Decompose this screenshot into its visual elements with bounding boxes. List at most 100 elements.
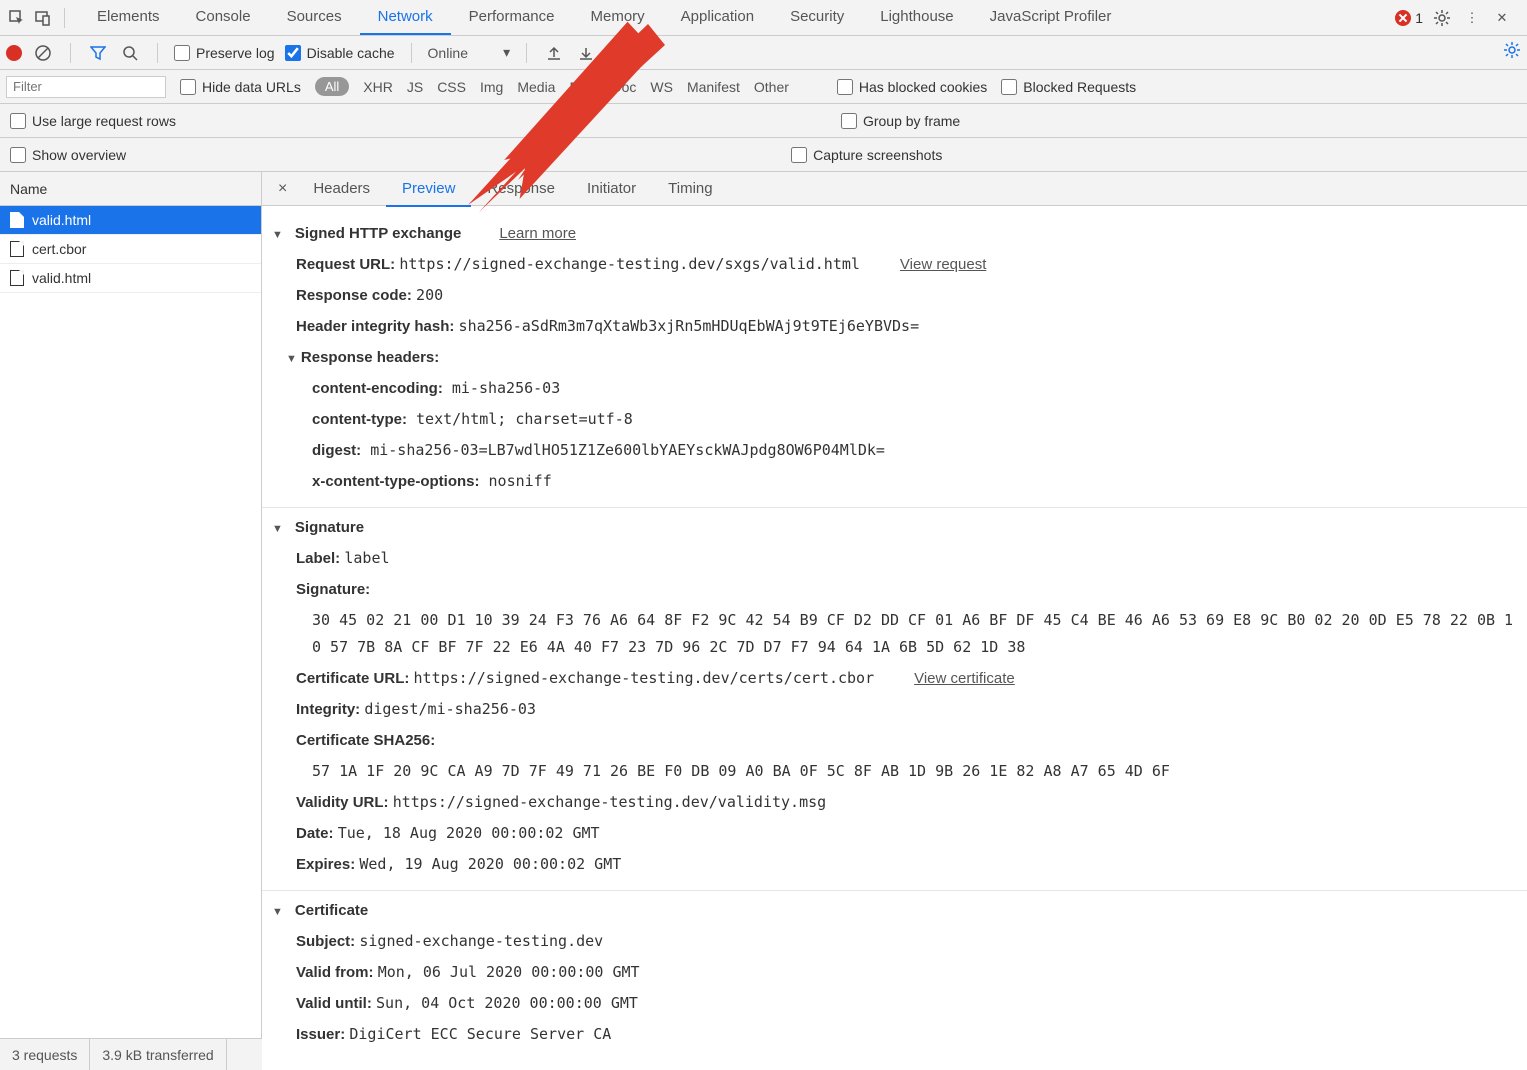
cert-url-v: https://signed-exchange-testing.dev/cert… — [414, 669, 875, 687]
request-url-value: https://signed-exchange-testing.dev/sxgs… — [399, 255, 860, 273]
certificate-title: Certificate — [295, 897, 368, 924]
response-code-label: Response code: — [296, 287, 412, 304]
view-request-link[interactable]: View request — [900, 256, 986, 273]
filter-type-font[interactable]: Font — [569, 79, 597, 95]
main-tab-network[interactable]: Network — [360, 0, 451, 35]
show-overview-checkbox[interactable]: Show overview — [10, 147, 126, 163]
signature-header[interactable]: Signature — [262, 512, 1527, 543]
has-blocked-cookies-checkbox[interactable]: Has blocked cookies — [837, 79, 987, 95]
certificate-header[interactable]: Certificate — [262, 895, 1527, 926]
learn-more-link[interactable]: Learn more — [499, 220, 576, 247]
response-header-row: content-encoding: mi-sha256-03 — [262, 373, 1527, 404]
main-tab-security[interactable]: Security — [772, 0, 862, 35]
sxg-header[interactable]: Signed HTTP exchange Learn more — [262, 218, 1527, 249]
request-url-label: Request URL: — [296, 256, 395, 273]
inspect-icon[interactable] — [6, 7, 28, 29]
throttling-select[interactable]: Online ▾ — [428, 44, 511, 61]
device-toggle-icon[interactable] — [32, 7, 54, 29]
detail-tab-headers[interactable]: Headers — [297, 172, 386, 205]
issuer-k: Issuer: — [296, 1026, 345, 1043]
expand-icon — [272, 514, 287, 541]
filter-type-other[interactable]: Other — [754, 79, 789, 95]
date-k: Date: — [296, 825, 334, 842]
error-count-text: 1 — [1415, 10, 1423, 26]
section-signature: Signature Label: label Signature: 30 45 … — [262, 508, 1527, 891]
section-certificate: Certificate Subject: signed-exchange-tes… — [262, 891, 1527, 1060]
filter-type-css[interactable]: CSS — [437, 79, 466, 95]
issuer-v: DigiCert ECC Secure Server CA — [349, 1025, 611, 1043]
close-devtools-icon[interactable]: ✕ — [1491, 7, 1513, 29]
close-detail-button[interactable]: × — [268, 180, 297, 198]
filter-type-all[interactable]: All — [315, 77, 349, 96]
search-icon[interactable] — [119, 42, 141, 64]
response-headers-header[interactable]: Response headers: — [262, 342, 1527, 373]
filter-type-xhr[interactable]: XHR — [363, 79, 393, 95]
response-code-value: 200 — [416, 286, 443, 304]
detail-pane: × HeadersPreviewResponseInitiatorTiming … — [262, 172, 1527, 1070]
settings-icon[interactable] — [1431, 7, 1453, 29]
request-item[interactable]: valid.html — [0, 206, 261, 235]
preserve-log-checkbox[interactable]: Preserve log — [174, 45, 275, 61]
use-large-rows-checkbox[interactable]: Use large request rows — [10, 113, 176, 129]
status-requests: 3 requests — [0, 1039, 90, 1070]
filter-type-img[interactable]: Img — [480, 79, 503, 95]
filter-toggle-icon[interactable] — [87, 42, 109, 64]
header-key: x-content-type-options: — [312, 473, 479, 490]
more-menu-icon[interactable]: ⋮ — [1461, 7, 1483, 29]
expand-icon — [272, 897, 287, 924]
valid-until-k: Valid until: — [296, 995, 372, 1012]
capture-screenshots-checkbox[interactable]: Capture screenshots — [791, 147, 942, 163]
request-item[interactable]: valid.html — [0, 264, 261, 293]
date-v: Tue, 18 Aug 2020 00:00:02 GMT — [338, 824, 600, 842]
expires-v: Wed, 19 Aug 2020 00:00:02 GMT — [359, 855, 621, 873]
network-settings-icon[interactable] — [1503, 41, 1521, 64]
error-count-badge[interactable]: 1 — [1395, 10, 1423, 26]
subject-v: signed-exchange-testing.dev — [359, 932, 603, 950]
capture-screenshots-label: Capture screenshots — [813, 147, 942, 163]
show-overview-label: Show overview — [32, 147, 126, 163]
options-row-1: Use large request rows Group by frame — [0, 104, 1527, 138]
requests-header[interactable]: Name — [0, 172, 261, 206]
filter-type-media[interactable]: Media — [517, 79, 555, 95]
signature-title: Signature — [295, 514, 364, 541]
response-header-row: digest: mi-sha256-03=LB7wdlHO51Z1Ze600lb… — [262, 435, 1527, 466]
request-name: valid.html — [32, 270, 91, 286]
filter-type-manifest[interactable]: Manifest — [687, 79, 740, 95]
filter-type-doc[interactable]: Doc — [611, 79, 636, 95]
view-certificate-link[interactable]: View certificate — [914, 670, 1015, 687]
filter-type-ws[interactable]: WS — [650, 79, 673, 95]
requests-list: valid.htmlcert.cborvalid.html — [0, 206, 261, 1070]
main-tab-lighthouse[interactable]: Lighthouse — [862, 0, 971, 35]
detail-tab-initiator[interactable]: Initiator — [571, 172, 652, 205]
disable-cache-checkbox[interactable]: Disable cache — [285, 45, 395, 61]
group-by-frame-checkbox[interactable]: Group by frame — [841, 113, 960, 129]
main-tab-elements[interactable]: Elements — [79, 0, 178, 35]
request-item[interactable]: cert.cbor — [0, 235, 261, 264]
main-tab-performance[interactable]: Performance — [451, 0, 573, 35]
section-sxg: Signed HTTP exchange Learn more Request … — [262, 214, 1527, 508]
detail-tab-preview[interactable]: Preview — [386, 172, 471, 207]
divider — [526, 43, 527, 63]
main-tab-sources[interactable]: Sources — [269, 0, 360, 35]
header-value: mi-sha256-03=LB7wdlHO51Z1Ze600lbYAEYsckW… — [361, 441, 885, 459]
filter-input[interactable] — [6, 76, 166, 98]
hide-data-urls-checkbox[interactable]: Hide data URLs — [180, 79, 301, 95]
file-icon — [10, 212, 24, 228]
header-value: text/html; charset=utf-8 — [407, 410, 633, 428]
main-tab-console[interactable]: Console — [178, 0, 269, 35]
main-tab-memory[interactable]: Memory — [573, 0, 663, 35]
clear-button[interactable] — [32, 42, 54, 64]
blocked-requests-checkbox[interactable]: Blocked Requests — [1001, 79, 1136, 95]
cert-sha-hex: 57 1A 1F 20 9C CA A9 7D 7F 49 71 26 BE F… — [262, 756, 1527, 787]
content-area: Name valid.htmlcert.cborvalid.html 3 req… — [0, 172, 1527, 1070]
options-row-2: Show overview Capture screenshots — [0, 138, 1527, 172]
detail-tab-timing[interactable]: Timing — [652, 172, 728, 205]
filter-type-js[interactable]: JS — [407, 79, 423, 95]
detail-tab-response[interactable]: Response — [471, 172, 571, 205]
record-button[interactable] — [6, 45, 22, 61]
import-har-icon[interactable] — [543, 42, 565, 64]
file-icon — [10, 241, 24, 257]
main-tab-application[interactable]: Application — [663, 0, 772, 35]
main-tab-javascript-profiler[interactable]: JavaScript Profiler — [972, 0, 1130, 35]
export-har-icon[interactable] — [575, 42, 597, 64]
